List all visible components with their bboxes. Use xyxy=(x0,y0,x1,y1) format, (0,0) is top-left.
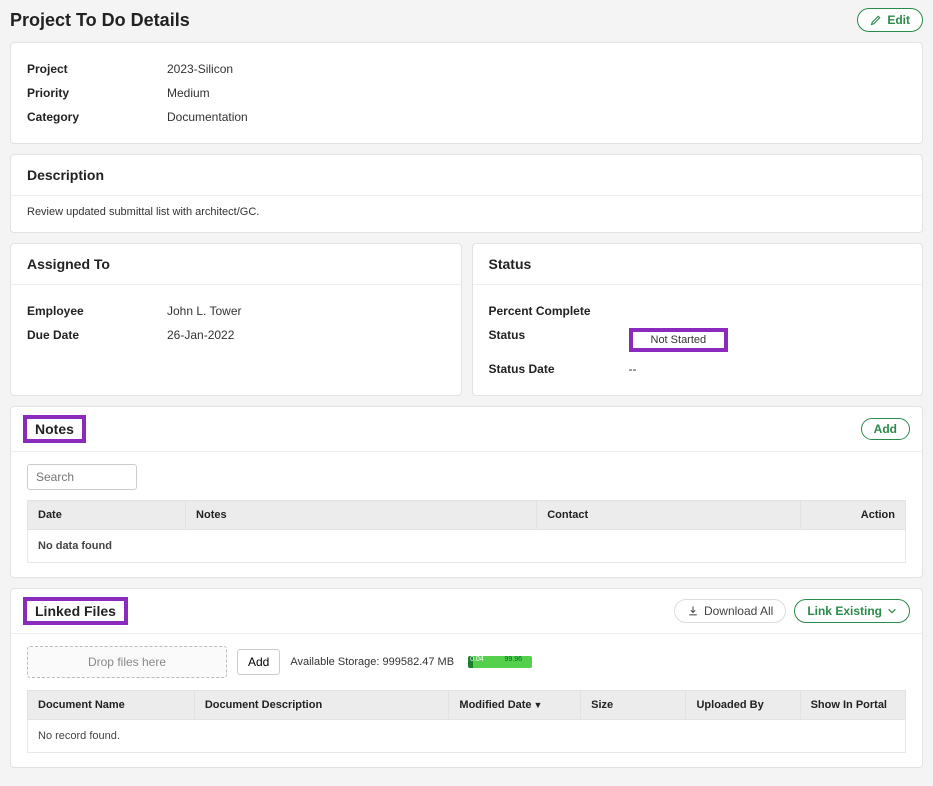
assigned-value: 26-Jan-2022 xyxy=(167,328,234,342)
notes-table: Date Notes Contact Action No data found xyxy=(27,500,906,563)
description-heading: Description xyxy=(11,155,922,196)
edit-button[interactable]: Edit xyxy=(857,8,923,32)
notes-col-action: Action xyxy=(800,501,905,530)
files-col-name[interactable]: Document Name xyxy=(28,691,195,720)
assigned-label: Due Date xyxy=(27,328,167,342)
details-value: 2023-Silicon xyxy=(167,62,233,76)
status-label: Status Date xyxy=(489,362,629,376)
files-col-size[interactable]: Size xyxy=(581,691,686,720)
details-label: Project xyxy=(27,62,167,76)
notes-search-input[interactable] xyxy=(27,464,137,490)
status-badge: Not Started xyxy=(629,328,729,352)
assigned-value: John L. Tower xyxy=(167,304,242,318)
details-value: Documentation xyxy=(167,110,248,124)
chevron-down-icon xyxy=(887,606,897,616)
details-value: Medium xyxy=(167,86,210,100)
download-all-label: Download All xyxy=(704,604,773,618)
notes-card: Notes Add Date Notes Contact Action No d… xyxy=(10,406,923,578)
notes-add-button[interactable]: Add xyxy=(861,418,910,440)
files-empty: No record found. xyxy=(28,720,906,753)
notes-col-contact[interactable]: Contact xyxy=(537,501,800,530)
status-card: Status Percent Complete StatusNot Starte… xyxy=(472,243,924,396)
download-all-button[interactable]: Download All xyxy=(674,599,786,623)
assigned-heading: Assigned To xyxy=(11,244,461,285)
status-label: Percent Complete xyxy=(489,304,629,318)
description-card: Description Review updated submittal lis… xyxy=(10,154,923,233)
description-text: Review updated submittal list with archi… xyxy=(11,196,922,232)
linked-files-card: Linked Files Download All Link Existing … xyxy=(10,588,923,768)
files-col-desc[interactable]: Document Description xyxy=(194,691,449,720)
details-label: Category xyxy=(27,110,167,124)
files-col-uploaded[interactable]: Uploaded By xyxy=(686,691,800,720)
assigned-card: Assigned To EmployeeJohn L. Tower Due Da… xyxy=(10,243,462,396)
notes-empty: No data found xyxy=(28,530,906,563)
page-title: Project To Do Details xyxy=(10,10,190,31)
files-col-portal[interactable]: Show In Portal xyxy=(800,691,905,720)
details-card: Project2023-Silicon PriorityMedium Categ… xyxy=(10,42,923,144)
linked-heading: Linked Files xyxy=(23,597,128,625)
download-icon xyxy=(687,605,699,617)
assigned-label: Employee xyxy=(27,304,167,318)
notes-col-date[interactable]: Date xyxy=(28,501,186,530)
notes-heading: Notes xyxy=(23,415,86,443)
storage-label: Available Storage: 999582.47 MB xyxy=(290,656,454,668)
files-col-modified[interactable]: Modified Date▼ xyxy=(449,691,581,720)
pencil-icon xyxy=(870,14,882,26)
details-label: Priority xyxy=(27,86,167,100)
link-existing-label: Link Existing xyxy=(807,604,882,618)
link-existing-button[interactable]: Link Existing xyxy=(794,599,910,623)
status-label: Status xyxy=(489,328,629,352)
notes-col-notes[interactable]: Notes xyxy=(186,501,537,530)
sort-desc-icon: ▼ xyxy=(534,700,543,710)
status-value: -- xyxy=(629,362,637,376)
linked-files-table: Document Name Document Description Modif… xyxy=(27,690,906,753)
edit-button-label: Edit xyxy=(887,13,910,27)
linked-add-button[interactable]: Add xyxy=(237,649,280,675)
status-heading: Status xyxy=(473,244,923,285)
storage-bar xyxy=(468,656,532,668)
drop-zone[interactable]: Drop files here xyxy=(27,646,227,678)
